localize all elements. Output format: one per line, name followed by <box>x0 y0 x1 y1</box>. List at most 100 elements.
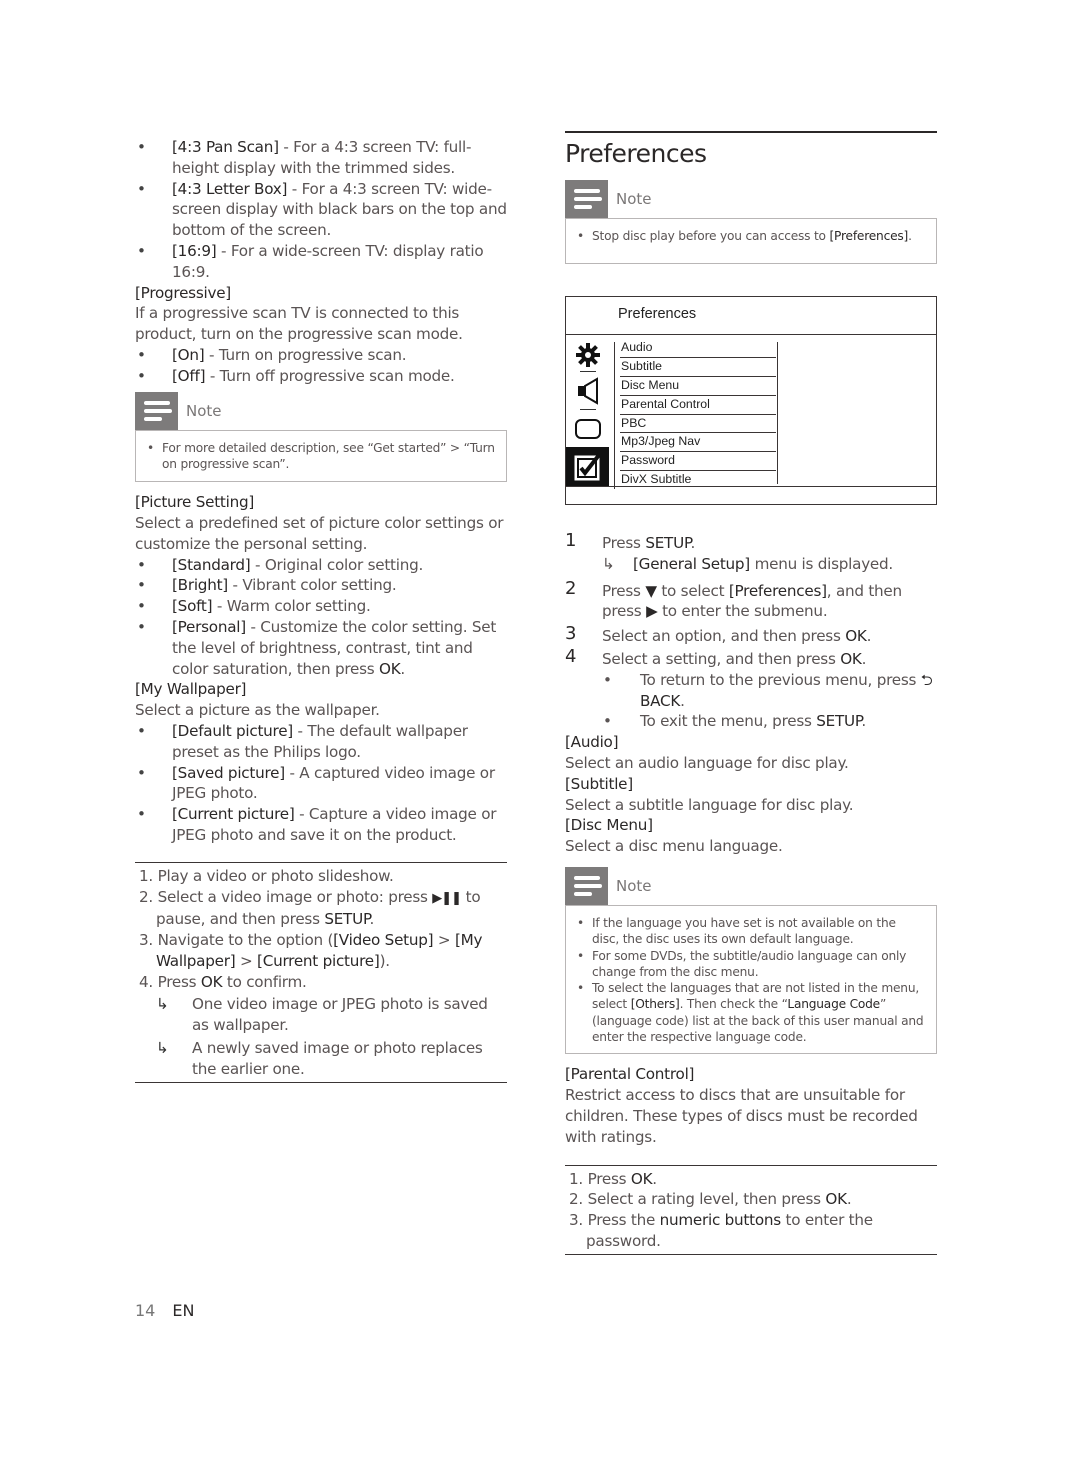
right-arrow-icon: ▶ <box>646 602 658 621</box>
note-icon <box>565 180 608 218</box>
osd-item-subtitle[interactable]: Subtitle <box>620 358 776 377</box>
list-item: • [Current picture] - Capture a video ima… <box>137 805 497 844</box>
gear-icon <box>572 339 604 371</box>
procedure-step: 1. Play a video or photo slideshow. <box>139 866 394 885</box>
list-item: • [Off] - Turn off progressive scan mode. <box>137 366 455 385</box>
subtitle-description: Select a subtitle language for disc play… <box>565 795 854 814</box>
bullet: • <box>137 555 146 574</box>
bullet: • <box>137 597 146 616</box>
note-label: Note <box>616 876 652 895</box>
procedure-step: 3. Press the numeric buttons to enter th… <box>569 1211 873 1250</box>
language-code: EN <box>172 1301 195 1320</box>
down-arrow-icon: ▼ <box>645 581 657 600</box>
osd-item-list: Audio Subtitle Disc Menu Parental Contro… <box>620 339 776 490</box>
result-arrow-icon: ↳ <box>156 995 169 1014</box>
back-icon: ⮌ <box>920 670 933 689</box>
bullet: • <box>137 576 146 595</box>
note-box: Note • Stop disc play before you can acce… <box>565 180 937 264</box>
list-item: • [4:3 Pan Scan] - For a 4:3 screen TV: f… <box>137 138 472 177</box>
audio-heading: [Audio] <box>565 733 619 752</box>
note-box: Note • For more detailed description, see… <box>135 391 507 483</box>
step-bullet: • To exit the menu, press SETUP. <box>603 712 866 731</box>
bullet: • <box>137 617 146 636</box>
osd-item-parental-control[interactable]: Parental Control <box>620 396 776 415</box>
list-item: • [Soft] - Warm color setting. <box>137 597 371 616</box>
osd-item-pbc[interactable]: PBC <box>620 415 776 434</box>
procedure-step: 3. Navigate to the option ([Video Setup]… <box>139 931 483 970</box>
list-item: • [Standard] - Original color setting. <box>137 555 424 574</box>
step: 3 Select an option, and then press OK. <box>565 623 872 646</box>
bullet: • <box>137 345 146 364</box>
disc-menu-description: Select a disc menu language. <box>565 837 783 856</box>
speaker-icon <box>572 375 604 407</box>
checkbox-icon <box>572 451 604 483</box>
note-item: • For some DVDs, the subtitle/audio langu… <box>577 948 907 979</box>
parental-procedure: 1. Press OK. 2. Select a rating level, t… <box>565 1164 937 1255</box>
left-column: • [4:3 Pan Scan] - For a 4:3 screen TV: f… <box>135 137 507 1083</box>
title-rule <box>565 131 937 133</box>
wallpaper-description: Select a picture as the wallpaper. <box>135 701 380 720</box>
parental-control-description: Restrict access to discs that are unsuit… <box>565 1086 918 1146</box>
osd-item-mp3-jpeg-nav[interactable]: Mp3/Jpeg Nav <box>620 433 776 453</box>
play-pause-icon: ▶❚❚ <box>432 890 462 906</box>
bullet: • <box>137 721 146 740</box>
osd-item-audio[interactable]: Audio <box>620 339 776 358</box>
wallpaper-procedure: 1. Play a video or photo slideshow. 2. S… <box>135 861 507 1083</box>
screen-icon <box>572 413 604 445</box>
list-item: • [Bright] - Vibrant color setting. <box>137 576 397 595</box>
note-icon <box>565 866 608 905</box>
procedure-step: 4. Press OK to confirm. <box>139 972 307 991</box>
note-item: • For more detailed description, see “Get… <box>147 440 495 471</box>
procedure-step: 2. Select a rating level, then press OK. <box>569 1190 852 1209</box>
note-item: • Stop disc play before you can access to… <box>577 229 912 243</box>
bullet: • <box>137 241 146 260</box>
parental-control-heading: [Parental Control] <box>565 1065 695 1084</box>
list-item: • [Default picture] - The default wallpap… <box>137 721 468 761</box>
note-item: • To select the languages that are not li… <box>577 981 924 1045</box>
note-box: Note • If the language you have set is no… <box>565 866 937 1055</box>
list-item: • [4:3 Letter Box] - For a 4:3 screen TV:… <box>137 179 507 240</box>
progressive-description: If a progressive scan TV is connected to… <box>135 304 463 344</box>
osd-title: Preferences <box>566 297 936 335</box>
bullet: • <box>137 805 146 824</box>
bullet: • <box>137 366 146 385</box>
bullet: • <box>137 763 146 782</box>
disc-menu-heading: [Disc Menu] <box>565 816 653 835</box>
page-number: 14 <box>135 1301 156 1320</box>
list-item: • [16:9] - For a wide-screen TV: display … <box>137 241 484 281</box>
right-column: Preferences Note • Stop disc play before … <box>565 131 937 1255</box>
note-label: Note <box>186 401 222 420</box>
note-item: • If the language you have set is not ava… <box>577 915 896 947</box>
bullet: • <box>137 179 146 198</box>
audio-description: Select an audio language for disc play. <box>565 753 849 772</box>
step: 1 Press SETUP. <box>565 530 696 552</box>
step: 4 Select a setting, and then press OK. <box>565 645 867 668</box>
bullet: • <box>137 138 146 156</box>
setup-steps: 1 Press SETUP. ↳ [General Setup] menu is d… <box>565 530 937 732</box>
bullet: • <box>603 712 612 731</box>
section-title: Preferences <box>565 139 707 168</box>
bullet: • <box>603 670 612 689</box>
procedure-result: ↳ One video image or JPEG photo is saved … <box>156 995 488 1035</box>
list-item: • [On] - Turn on progressive scan. <box>137 345 407 364</box>
list-item: • [Saved picture] - A captured video imag… <box>137 763 495 803</box>
step: 2 Press ▼ to select [Preferences], and th… <box>565 577 902 621</box>
page-footer: 14 EN <box>135 1301 194 1320</box>
picture-setting-heading: [Picture Setting] <box>135 493 255 512</box>
aspect-ratio-options: • [4:3 Pan Scan] - For a 4:3 screen TV: f… <box>135 137 507 283</box>
step-result: ↳ [General Setup] menu is displayed. <box>602 554 893 573</box>
list-item: • [Personal] - Customize the color settin… <box>137 617 497 678</box>
procedure-result: ↳ A newly saved image or photo replaces t… <box>156 1039 483 1078</box>
osd-item-password[interactable]: Password <box>620 452 776 472</box>
preferences-osd-menu: Preferences Audio Subtitle Disc Menu Par… <box>565 296 937 505</box>
wallpaper-heading: [My Wallpaper] <box>135 680 247 699</box>
osd-item-disc-menu[interactable]: Disc Menu <box>620 377 776 396</box>
subtitle-heading: [Subtitle] <box>565 774 633 793</box>
note-icon <box>135 391 178 430</box>
note-label: Note <box>616 190 652 208</box>
osd-item-divx-subtitle[interactable]: DivX Subtitle <box>620 471 776 490</box>
procedure-step: 2. Select a video image or photo: press … <box>139 887 481 929</box>
step-bullet: • To return to the previous menu, press ⮌… <box>603 670 933 710</box>
picture-setting-description: Select a predefined set of picture color… <box>135 513 504 553</box>
result-arrow-icon: ↳ <box>156 1039 169 1058</box>
